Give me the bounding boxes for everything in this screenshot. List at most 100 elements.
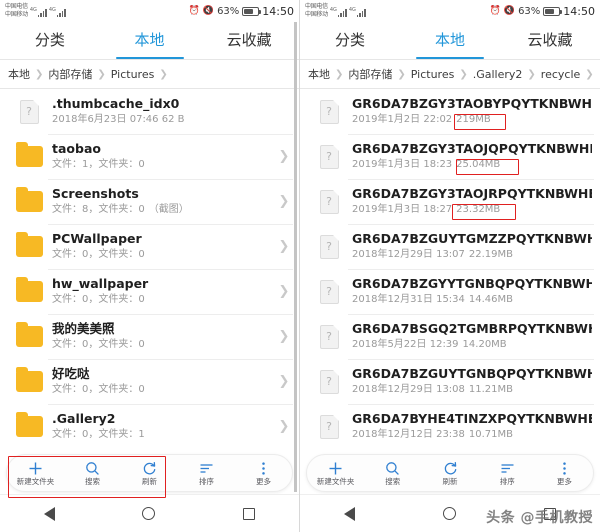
file-unknown-icon: ? <box>10 99 48 124</box>
sort-button[interactable]: 排序 <box>479 461 536 486</box>
list-item[interactable]: ? GR6DA7BZGYYTGNBQPQYTKNBWHEZ... 2018年12… <box>300 269 600 314</box>
file-meta: 2019年1月3日 18:27 23.32MB <box>352 202 592 217</box>
battery-percent-label: 63% <box>217 5 240 17</box>
signal-icon-sim2: 4G <box>49 3 66 17</box>
list-item[interactable]: ? .thumbcache_idx0 2018年6月23日 07:46 62 B <box>0 89 299 134</box>
list-item-gallery2[interactable]: .Gallery2 文件：0，文件夹：1 ❯ <box>0 404 299 449</box>
list-item[interactable]: ? GR6DA7BZGY3TAOJQPQYTKNBWHEZT... 2019年1… <box>300 134 600 179</box>
list-item-texts: PCWallpaper 文件：0，文件夹：0 <box>48 231 277 262</box>
list-item[interactable]: ? GR6DA7BSGQ2TGMBRPQYTKNBWHEZ... 2018年5月… <box>300 314 600 359</box>
search-label: 搜索 <box>85 476 100 486</box>
tab-local[interactable]: 本地 <box>400 22 500 59</box>
file-unknown-icon: ? <box>310 144 348 169</box>
status-bar-left: 中国电信 中国移动 4G 4G ⏰ 🔇 63% 14:50 <box>0 0 299 22</box>
file-unknown-icon: ? <box>310 189 348 214</box>
home-circle-icon[interactable] <box>443 507 456 520</box>
list-item[interactable]: 好吃哒 文件：0，文件夹：0 ❯ <box>0 359 299 404</box>
list-item-texts: GR6DA7BZGY3TAOBYPQYTKNBWHEZ... 2019年1月2日… <box>348 96 592 127</box>
search-label: 搜索 <box>385 476 401 486</box>
back-triangle-icon[interactable] <box>344 506 355 521</box>
breadcrumb-item-internal-storage[interactable]: 内部存储 <box>48 66 92 82</box>
right-phone-screen: 中国电信 中国移动 4G 4G ⏰ 🔇 63% 14:50 分类 本地 云收藏 … <box>300 0 600 532</box>
breadcrumb-item-internal-storage[interactable]: 内部存储 <box>348 66 392 82</box>
signal-icon-sim2: 4G <box>349 3 366 17</box>
list-item[interactable]: ? GR6DA7BZGUYTGMZZPQYTKNBWHEZ... 2018年12… <box>300 224 600 269</box>
sort-button[interactable]: 排序 <box>178 461 235 486</box>
file-meta: 2018年12月29日 13:07 22.19MB <box>352 247 592 262</box>
more-button[interactable]: 更多 <box>235 461 292 486</box>
signal-bars-1 <box>37 9 47 17</box>
new-folder-button[interactable]: 新建文件夹 <box>307 461 364 486</box>
file-unknown-icon: ? <box>310 99 348 124</box>
search-button[interactable]: 搜索 <box>364 461 421 486</box>
tab-local[interactable]: 本地 <box>100 22 200 59</box>
home-circle-icon[interactable] <box>142 507 156 520</box>
file-date: 2018年12月29日 13:07 <box>352 249 465 260</box>
chevron-right-icon[interactable]: ❯ <box>277 239 291 254</box>
chevron-right-icon: ❯ <box>585 68 594 80</box>
list-item[interactable]: 我的美美照 文件：0，文件夹：0 ❯ <box>0 314 299 359</box>
file-name: GR6DA7BZGY3TAOBYPQYTKNBWHEZ... <box>352 96 592 111</box>
search-button[interactable]: 搜索 <box>64 461 121 486</box>
list-item[interactable]: PCWallpaper 文件：0，文件夹：0 ❯ <box>0 224 299 269</box>
tab-cloud[interactable]: 云收藏 <box>500 22 600 59</box>
folder-name: 我的美美照 <box>52 321 115 336</box>
chevron-right-icon[interactable]: ❯ <box>277 419 291 434</box>
breadcrumb-item-recycle[interactable]: recycle <box>541 68 580 81</box>
list-item[interactable]: hw_wallpaper 文件：0，文件夹：0 ❯ <box>0 269 299 314</box>
recent-square-icon[interactable] <box>243 507 256 520</box>
list-item[interactable]: ? GR6DA7BZGY3TAOJRPQYTKNBWHEZT... 2019年1… <box>300 179 600 224</box>
refresh-icon <box>443 461 458 476</box>
file-list-left: ? .thumbcache_idx0 2018年6月23日 07:46 62 B… <box>0 89 299 498</box>
chevron-right-icon: ❯ <box>527 68 536 80</box>
chevron-right-icon[interactable]: ❯ <box>277 374 291 389</box>
chevron-right-icon[interactable]: ❯ <box>277 284 291 299</box>
chevron-right-icon: ❯ <box>35 68 44 80</box>
folder-name: hw_wallpaper <box>52 276 149 291</box>
more-button[interactable]: 更多 <box>536 461 593 486</box>
back-triangle-icon[interactable] <box>43 506 55 521</box>
file-unknown-icon: ? <box>310 414 348 439</box>
list-item[interactable]: ? GR6DA7BZGUYTGNBQPQYTKNBWHEZ... 2018年12… <box>300 359 600 404</box>
list-item[interactable]: Screenshots 文件：8，文件夹：0 （截图） ❯ <box>0 179 299 224</box>
breadcrumb-item-pictures[interactable]: Pictures <box>111 68 155 81</box>
list-item[interactable]: ? GR6DA7BYHE4TINZXPQYTKNBWHEZT... 2018年1… <box>300 404 600 449</box>
list-item[interactable]: ? GR6DA7BZGY3TAOBYPQYTKNBWHEZ... 2019年1月… <box>300 89 600 134</box>
file-name: GR6DA7BZGY3TAOJQPQYTKNBWHEZT... <box>352 141 592 156</box>
sort-label: 排序 <box>499 476 515 486</box>
file-meta: 2018年6月23日 07:46 62 B <box>52 114 185 125</box>
tab-categories[interactable]: 分类 <box>300 22 400 59</box>
file-meta: 2019年1月2日 22:02 219MB <box>352 112 592 127</box>
breadcrumb-item-gallery2[interactable]: .Gallery2 <box>473 68 523 81</box>
refresh-button[interactable]: 刷新 <box>421 461 478 486</box>
more-label: 更多 <box>256 476 271 486</box>
breadcrumb-item-local[interactable]: 本地 <box>308 66 330 82</box>
refresh-button[interactable]: 刷新 <box>121 461 178 486</box>
file-date: 2019年1月3日 18:27 <box>352 204 453 215</box>
new-folder-button[interactable]: 新建文件夹 <box>7 461 64 486</box>
list-item-texts: .thumbcache_idx0 2018年6月23日 07:46 62 B <box>48 96 277 127</box>
tab-categories[interactable]: 分类 <box>0 22 100 59</box>
chevron-right-icon[interactable]: ❯ <box>277 329 291 344</box>
folder-name: 好吃哒 <box>52 366 90 381</box>
tab-cloud[interactable]: 云收藏 <box>199 22 299 59</box>
folder-icon <box>10 322 48 347</box>
folder-name: taobao <box>52 141 101 156</box>
search-icon <box>385 461 400 476</box>
breadcrumb-item-local[interactable]: 本地 <box>8 66 30 82</box>
chevron-right-icon[interactable]: ❯ <box>277 149 291 164</box>
chevron-right-icon: ❯ <box>97 68 106 80</box>
chevron-right-icon[interactable]: ❯ <box>277 194 291 209</box>
list-item-texts: GR6DA7BYHE4TINZXPQYTKNBWHEZT... 2018年12月… <box>348 411 592 442</box>
folder-icon <box>10 142 48 167</box>
signal-icon-sim1: 4G <box>30 3 47 17</box>
file-name: GR6DA7BSGQ2TGMBRPQYTKNBWHEZ... <box>352 321 592 336</box>
tab-bar-right: 分类 本地 云收藏 <box>300 22 600 59</box>
search-icon <box>85 461 100 476</box>
folder-meta: 文件：8，文件夹：0 （截图） <box>52 204 189 215</box>
more-vertical-icon <box>557 461 572 476</box>
breadcrumb-item-pictures[interactable]: Pictures <box>411 68 455 81</box>
list-item[interactable]: taobao 文件：1，文件夹：0 ❯ <box>0 134 299 179</box>
status-bar-signal-group: 中国电信 中国移动 4G 4G <box>5 3 66 19</box>
mute-icon: 🔇 <box>202 6 215 16</box>
